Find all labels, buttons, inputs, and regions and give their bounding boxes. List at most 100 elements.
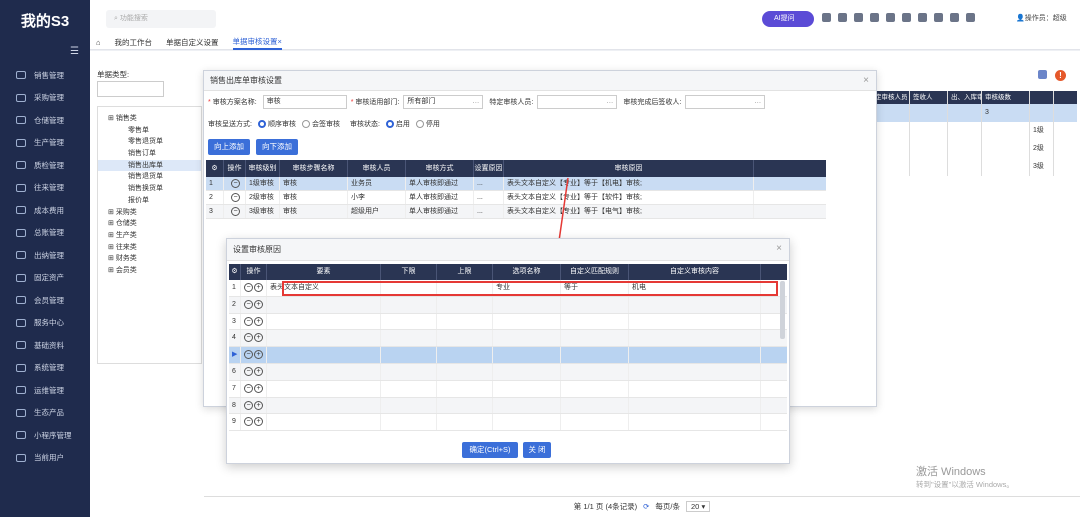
expand-icon[interactable]: ⊞ [108, 267, 116, 274]
table-cell[interactable] [493, 347, 561, 363]
chat-icon[interactable] [854, 13, 863, 22]
table-cell[interactable] [561, 296, 629, 313]
table-cell[interactable] [493, 313, 561, 330]
tree-node[interactable]: 零售退货单 [98, 136, 201, 148]
menu-collapse-icon[interactable]: ☰ [70, 46, 79, 57]
lock-icon[interactable] [918, 13, 927, 22]
table-cell[interactable] [381, 280, 437, 296]
add-icon[interactable]: + [254, 383, 263, 393]
sidebar-item[interactable]: 成本费用 [0, 199, 90, 222]
table-cell[interactable]: 等于 [561, 280, 629, 296]
sidebar-item[interactable]: 系统管理 [0, 357, 90, 380]
sidebar-item[interactable]: 仓储管理 [0, 109, 90, 132]
table-row[interactable]: 9− + [229, 414, 787, 432]
remove-icon[interactable]: − [244, 316, 253, 326]
remove-icon[interactable]: − [231, 193, 240, 202]
expand-icon[interactable]: ⊞ [108, 115, 116, 122]
sidebar-item[interactable]: 基础资料 [0, 334, 90, 357]
table-cell[interactable] [629, 313, 761, 330]
remove-icon[interactable]: − [244, 350, 253, 360]
tree-node[interactable]: ⊞ 财务类 [98, 253, 201, 265]
expand-icon[interactable]: ⊞ [108, 244, 116, 251]
table-cell[interactable] [437, 313, 493, 330]
table-cell[interactable] [437, 414, 493, 431]
tree-node[interactable]: 销售换货单 [98, 183, 201, 195]
add-icon[interactable]: + [254, 333, 263, 343]
tree-node[interactable]: ⊞ 往来类 [98, 242, 201, 254]
export-icon[interactable] [1038, 70, 1047, 79]
sidebar-item[interactable]: 往来管理 [0, 177, 90, 200]
table-cell[interactable] [267, 330, 381, 347]
ai-ask-button[interactable]: AI提问 [762, 11, 814, 27]
table-cell[interactable] [267, 313, 381, 330]
tab-close-icon[interactable]: × [278, 37, 282, 46]
sidebar-item[interactable]: 质检管理 [0, 154, 90, 177]
tab-audit-settings[interactable]: 单据审核设置× [232, 36, 282, 50]
sidebar-item[interactable]: 采购管理 [0, 87, 90, 110]
radio-countersign[interactable] [301, 120, 310, 128]
table-cell[interactable] [629, 397, 761, 414]
table-cell[interactable] [561, 363, 629, 380]
table-cell[interactable] [437, 397, 493, 414]
remove-icon[interactable]: − [244, 299, 253, 309]
add-icon[interactable]: + [254, 350, 263, 360]
settings-gear-icon[interactable]: ⚙ [206, 160, 224, 177]
tree-node[interactable]: 报价单 [98, 195, 201, 207]
page-size-select[interactable]: 20 ▾ [686, 501, 711, 512]
table-cell[interactable] [493, 414, 561, 431]
add-below-button[interactable]: 向下添加 [256, 139, 298, 155]
table-row[interactable]: 3− + [229, 313, 787, 331]
bell-icon[interactable] [870, 13, 879, 22]
table-cell[interactable] [437, 363, 493, 380]
close-icon[interactable]: × [776, 244, 782, 254]
table-row[interactable]: 2级 [872, 140, 1077, 158]
table-cell[interactable]: ... [474, 191, 504, 204]
dept-select[interactable]: 所有部门… [403, 95, 484, 109]
shield-icon[interactable] [838, 13, 847, 22]
sidebar-item[interactable]: 生产管理 [0, 132, 90, 155]
table-row[interactable]: 3级 [872, 158, 1077, 176]
expand-icon[interactable]: ⊞ [108, 220, 116, 227]
scrollbar[interactable] [780, 281, 785, 339]
remove-icon[interactable]: − [244, 366, 253, 376]
radio-sequential[interactable] [257, 120, 266, 128]
globe-icon[interactable] [950, 13, 959, 22]
sidebar-item[interactable]: 当前用户 [0, 447, 90, 470]
expand-icon[interactable]: ⊞ [108, 255, 116, 262]
menu-icon[interactable] [966, 13, 975, 22]
table-row[interactable]: 2−2级审核 审核 小李 单人审核即通过... 表头文本自定义【专业】等于【软件】审核; [206, 191, 826, 205]
table-cell[interactable] [561, 414, 629, 431]
table-cell[interactable] [561, 380, 629, 397]
tab-workbench[interactable]: 我的工作台 [115, 37, 153, 48]
sidebar-item[interactable]: 生态产品 [0, 402, 90, 425]
tree-node[interactable]: 销售出库单 [98, 159, 201, 172]
table-row[interactable]: 1− + 表头文本自定义 专业 等于 机电 [229, 280, 787, 297]
table-cell[interactable] [437, 296, 493, 313]
remove-icon[interactable]: − [231, 207, 240, 216]
add-icon[interactable]: + [254, 316, 263, 326]
table-cell[interactable] [267, 397, 381, 414]
table-row[interactable]: 6− + [229, 363, 787, 381]
table-cell[interactable] [267, 414, 381, 431]
user-select[interactable]: … [537, 95, 618, 109]
close-icon[interactable]: × [863, 76, 869, 86]
tree-node[interactable]: ⊞ 仓储类 [98, 218, 201, 230]
scheme-name-input[interactable]: 审核 [262, 95, 347, 109]
remove-icon[interactable]: − [244, 283, 253, 292]
table-cell[interactable] [629, 330, 761, 347]
grid-icon[interactable] [934, 13, 943, 22]
table-cell[interactable] [629, 363, 761, 380]
sidebar-item[interactable]: 小程序管理 [0, 424, 90, 447]
sign-select[interactable]: … [685, 95, 766, 109]
settings-gear-icon[interactable]: ⚙ [229, 264, 241, 280]
table-cell[interactable] [561, 330, 629, 347]
table-cell[interactable] [381, 313, 437, 330]
table-cell[interactable] [267, 363, 381, 380]
table-cell[interactable] [267, 380, 381, 397]
add-icon[interactable]: + [254, 417, 263, 427]
remove-icon[interactable]: − [244, 333, 253, 343]
table-cell[interactable] [493, 397, 561, 414]
table-cell[interactable] [629, 414, 761, 431]
table-row[interactable]: ▶ − + [229, 347, 787, 364]
sidebar-item[interactable]: 运维管理 [0, 379, 90, 402]
